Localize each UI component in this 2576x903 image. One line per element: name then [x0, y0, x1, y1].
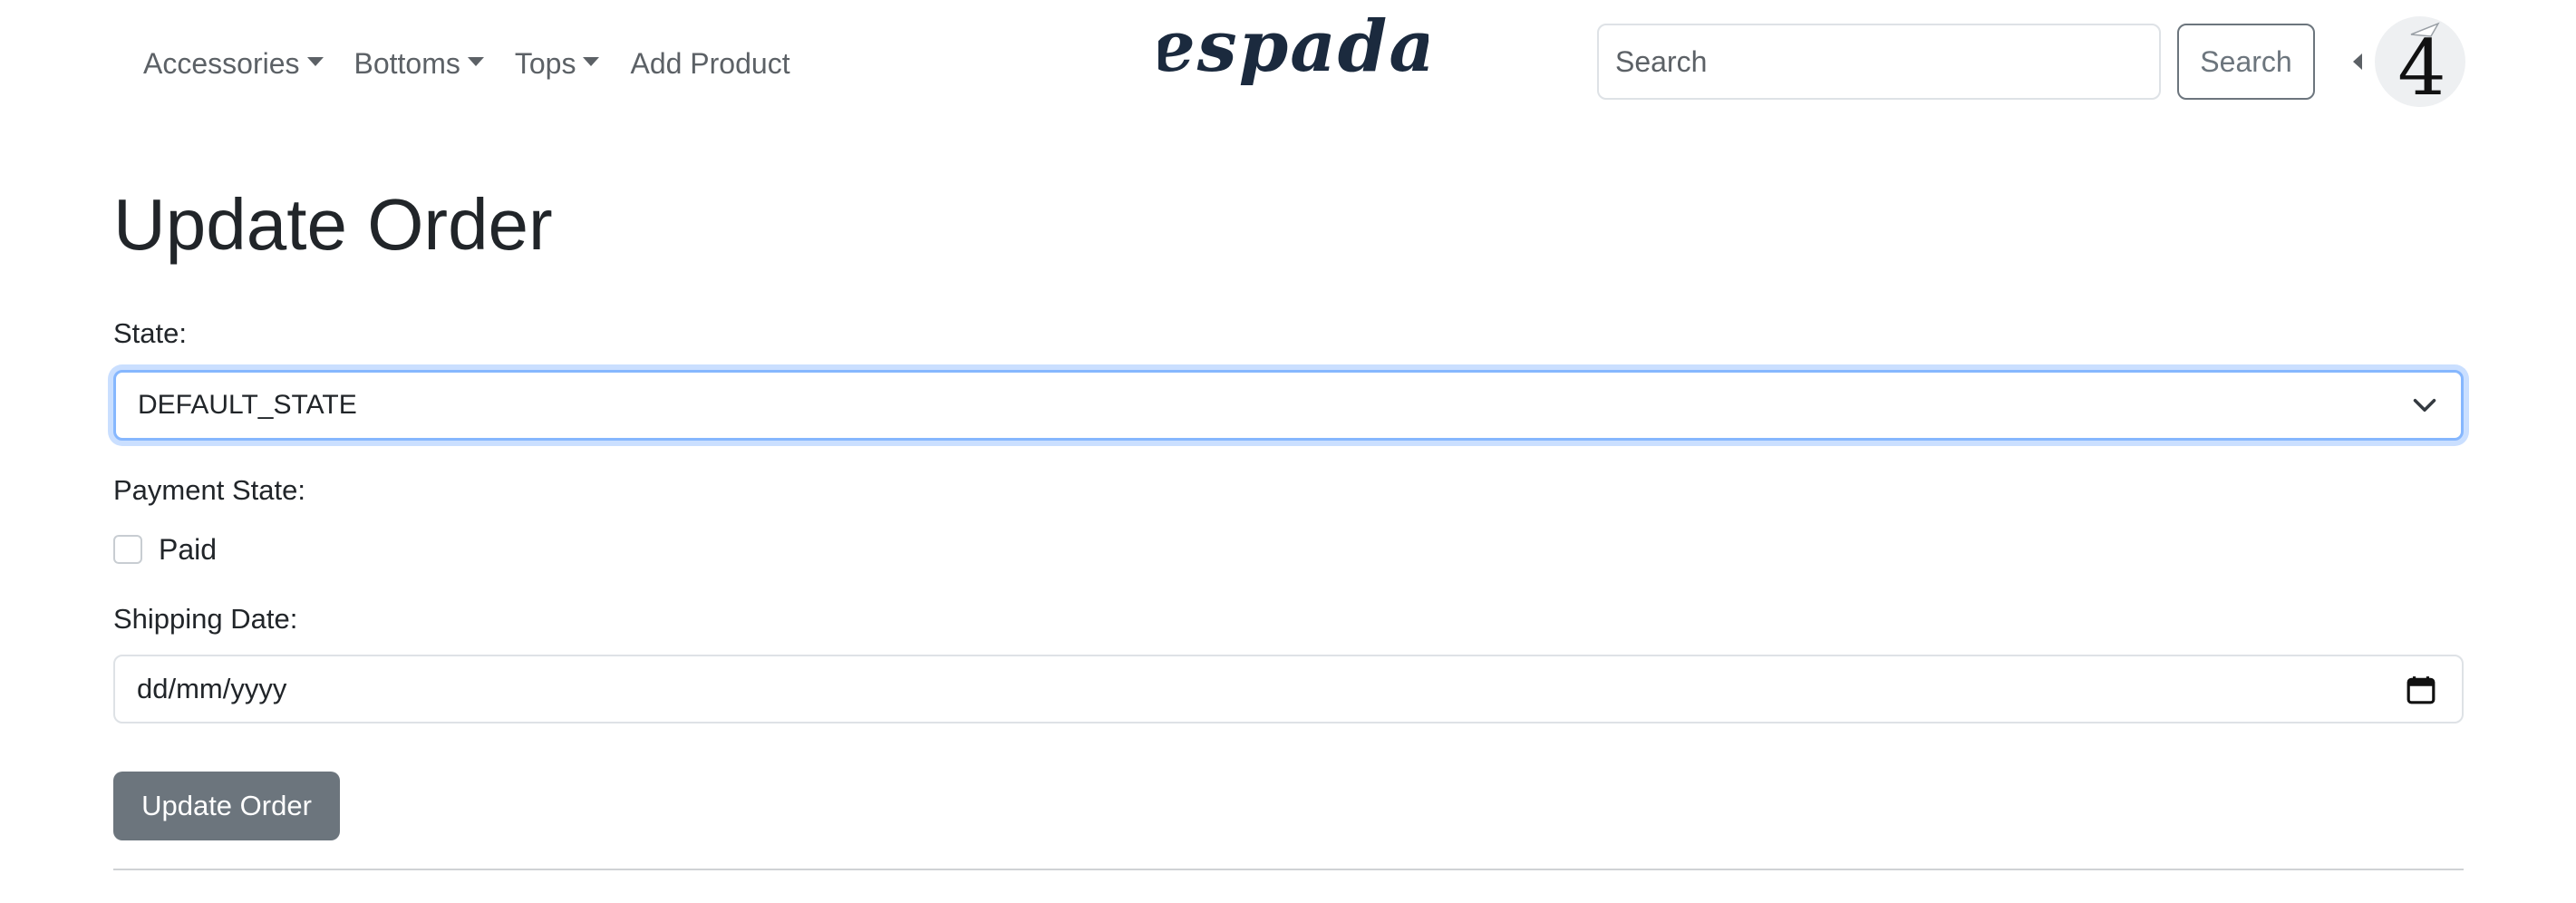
- shipping-date-input[interactable]: dd/mm/yyyy: [113, 655, 2464, 723]
- search-button[interactable]: Search: [2177, 24, 2315, 100]
- calendar-icon[interactable]: [2406, 675, 2436, 705]
- avatar[interactable]: 4: [2375, 16, 2465, 107]
- brand-logo[interactable]: espada: [1158, 7, 1428, 107]
- caret-down-icon: [467, 57, 484, 66]
- state-select[interactable]: DEFAULT_STATE: [113, 370, 2464, 441]
- page-title: Update Order: [113, 184, 553, 265]
- nav-accessories-label: Accessories: [143, 46, 300, 80]
- paid-checkbox[interactable]: [113, 535, 142, 564]
- shipping-date-label: Shipping Date:: [113, 603, 298, 635]
- user-menu-dropdown[interactable]: 4: [2353, 16, 2465, 107]
- chevron-down-icon: [2413, 399, 2436, 412]
- svg-text:4: 4: [2397, 24, 2445, 107]
- payment-state-label: Payment State:: [113, 474, 305, 506]
- state-select-value: DEFAULT_STATE: [138, 390, 357, 420]
- nav-add-product-label: Add Product: [630, 46, 790, 80]
- search-form: Search: [1597, 24, 2315, 100]
- update-order-button[interactable]: Update Order: [113, 772, 340, 840]
- nav-tops-label: Tops: [514, 46, 576, 80]
- nav-bottoms-label: Bottoms: [353, 46, 460, 80]
- nav-tops-dropdown[interactable]: Tops: [515, 47, 600, 81]
- paid-checkbox-label[interactable]: Paid: [159, 533, 217, 567]
- nav-accessories-dropdown[interactable]: Accessories: [143, 47, 324, 81]
- caret-down-icon: [306, 57, 324, 66]
- avatar-4-icon: 4: [2397, 22, 2446, 107]
- svg-text:espada: espada: [1158, 7, 1428, 88]
- search-input[interactable]: [1597, 24, 2161, 100]
- navbar: Accessories Bottoms Tops Add Product esp…: [0, 0, 2576, 127]
- nav-links: Accessories Bottoms Tops Add Product: [143, 36, 790, 91]
- divider: [113, 869, 2464, 870]
- state-label: State:: [113, 317, 187, 349]
- caret-down-icon: [583, 57, 600, 66]
- paid-checkbox-row: Paid: [113, 531, 217, 568]
- caret-left-icon: [2353, 53, 2362, 70]
- nav-bottoms-dropdown[interactable]: Bottoms: [354, 47, 484, 81]
- shipping-date-placeholder: dd/mm/yyyy: [137, 673, 287, 704]
- espada-logo-icon: espada: [1158, 7, 1428, 88]
- nav-add-product-link[interactable]: Add Product: [630, 47, 789, 81]
